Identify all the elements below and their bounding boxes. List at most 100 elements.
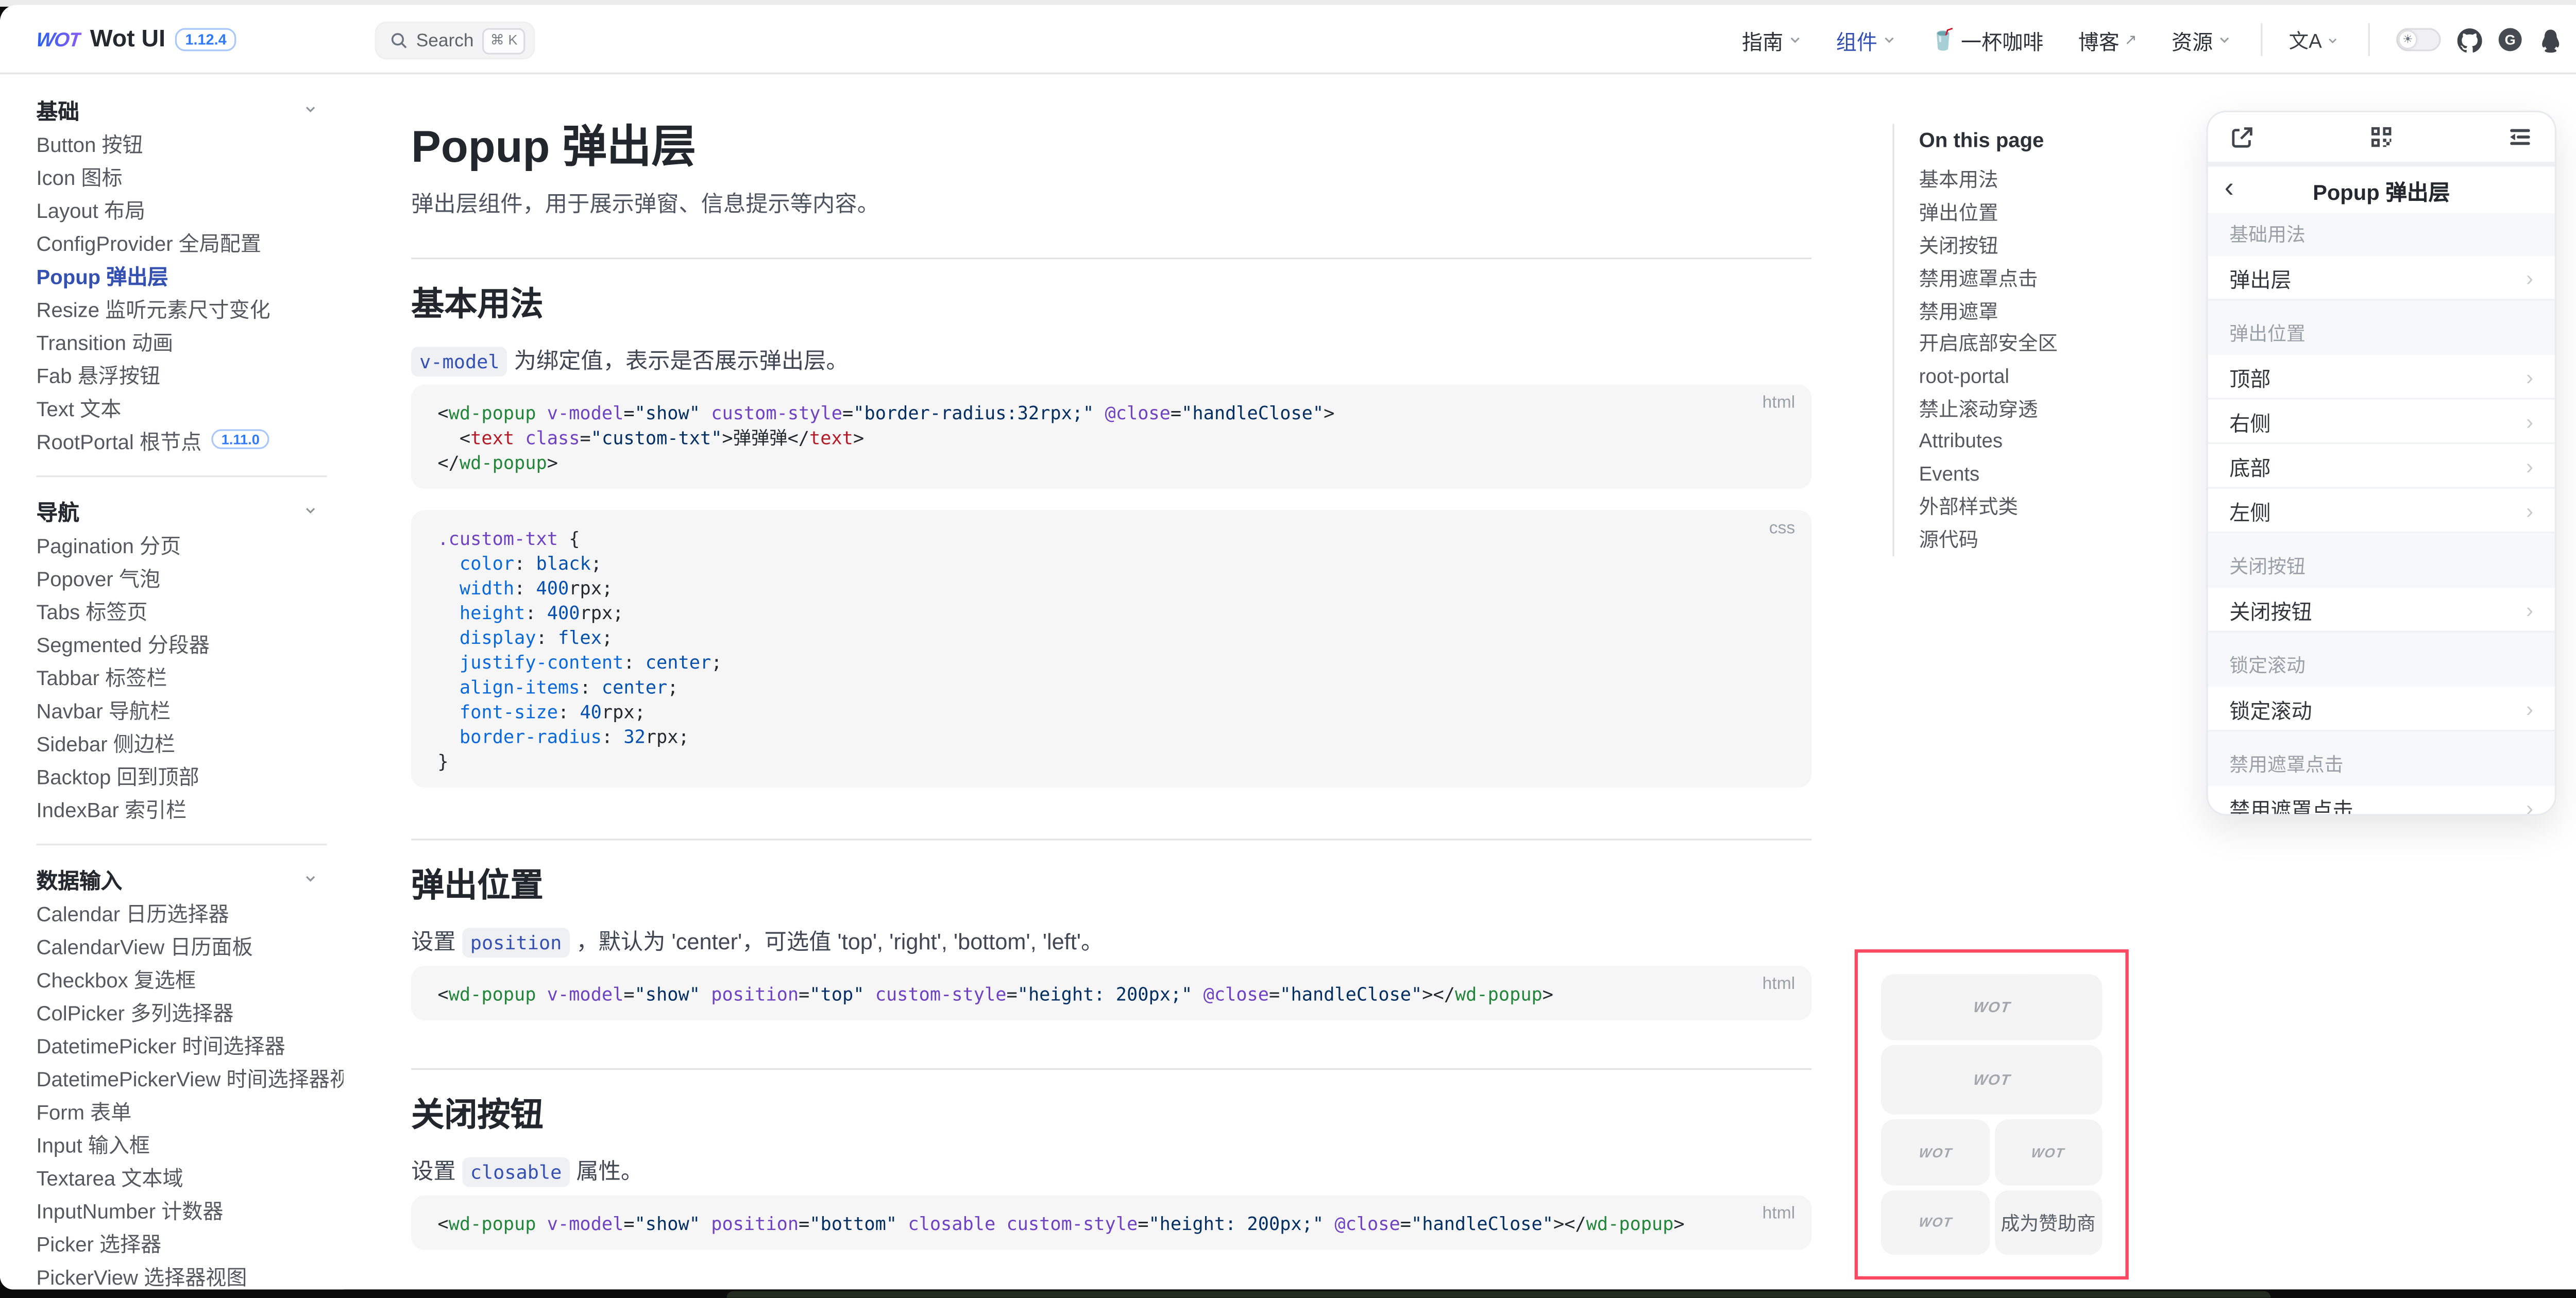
outline-link-root-portal[interactable]: root-portal [1919,360,2141,392]
outline-link-弹出位置[interactable]: 弹出位置 [1919,196,2141,229]
language-menu[interactable]: 文A [2289,26,2338,54]
wot-logo-placeholder: WOT [1972,999,2011,1015]
phone-cell-弹出层[interactable]: 弹出层› [2208,256,2555,301]
phone-cell-禁用遮罩点击[interactable]: 禁用遮罩点击› [2208,786,2555,816]
phone-section-label: 弹出位置 [2208,300,2555,355]
main-content: Popup 弹出层 弹出层组件，用于展示弹窗、信息提示等内容。 基本用法v-mo… [411,76,1811,1250]
sidebar-item-Checkbox 复选框[interactable]: Checkbox 复选框 [37,961,327,994]
sidebar-item-Navbar 导航栏[interactable]: Navbar 导航栏 [37,692,327,725]
sidebar-item-label: Form 表单 [37,1094,132,1125]
sponsor-logo-tile[interactable]: WOT [1881,1119,1989,1185]
section-paragraph: 设置 position ，默认为 'center'，可选值 'top', 'ri… [411,925,1811,961]
outline-link-禁止滚动穿透[interactable]: 禁止滚动穿透 [1919,392,2141,425]
site-logo[interactable]: WOT Wot UI 1.12.4 [37,5,236,75]
outline-link-Attributes[interactable]: Attributes [1919,425,2141,457]
phone-cell-底部[interactable]: 底部› [2208,444,2555,489]
sidebar-group-header[interactable]: 基础 [37,93,327,126]
outline-item: root-portal [1919,360,2141,392]
back-chevron-icon[interactable]: ‹ [2225,174,2234,201]
sidebar-item-Icon 图标[interactable]: Icon 图标 [37,159,327,192]
code-block-html[interactable]: html<wd-popup v-model="show" position="t… [411,966,1811,1020]
code-block-html[interactable]: html<wd-popup v-model="show" position="b… [411,1195,1811,1250]
outline-item: 基本用法 [1919,163,2141,196]
sidebar-item-Backtop 回到顶部[interactable]: Backtop 回到顶部 [37,758,327,791]
sponsor-logo-tile[interactable]: WOT [1881,1045,2103,1115]
sidebar-item-Pagination 分页[interactable]: Pagination 分页 [37,527,327,560]
sidebar-item-Transition 动画[interactable]: Transition 动画 [37,323,327,356]
sidebar-item-Layout 布局[interactable]: Layout 布局 [37,192,327,225]
sidebar-item-Picker 选择器[interactable]: Picker 选择器 [37,1225,327,1258]
code-block-css[interactable]: css.custom-txt { color: black; width: 40… [411,510,1811,788]
wot-logo-placeholder: WOT [1918,1145,1953,1160]
phone-cell-关闭按钮[interactable]: 关闭按钮› [2208,588,2555,633]
sidebar-item-Input 输入框[interactable]: Input 输入框 [37,1126,327,1159]
outline-link-禁用遮罩点击[interactable]: 禁用遮罩点击 [1919,262,2141,294]
outline-link-开启底部安全区[interactable]: 开启底部安全区 [1919,327,2141,360]
sidebar-item-Tabs 标签页[interactable]: Tabs 标签页 [37,593,327,626]
sidebar-item-InputNumber 计数器[interactable]: InputNumber 计数器 [37,1192,327,1225]
sidebar-item-RootPortal 根节点[interactable]: RootPortal 根节点1.11.0 [37,423,327,456]
nav-item-指南[interactable]: 指南 [1742,24,1801,55]
outline-link-基本用法[interactable]: 基本用法 [1919,163,2141,196]
sponsor-logo-tile[interactable]: WOT [1881,974,2103,1039]
code-lang-label: html [1762,1204,1795,1223]
code-content: .custom-txt { color: black; width: 400rp… [437,527,1788,775]
sidebar-item-DatetimePickerView 时间选择器视图[interactable]: DatetimePickerView 时间选择器视图 [37,1060,327,1093]
section-divider [411,839,1811,840]
search-button[interactable]: Search ⌘ K [375,22,536,60]
qq-link[interactable] [2538,27,2563,52]
outline-title: On this page [1919,124,2141,157]
sidebar-item-Sidebar 侧边栏[interactable]: Sidebar 侧边栏 [37,725,327,758]
sidebar-item-Fab 悬浮按钮[interactable]: Fab 悬浮按钮 [37,356,327,389]
phone-section-label: 基础用法 [2208,213,2555,255]
sidebar-item-label: Layout 布局 [37,192,146,224]
sponsor-row: WOT成为赞助商 [1881,1190,2103,1255]
sponsor-cta-tile[interactable]: 成为赞助商 [1994,1190,2103,1255]
sidebar-item-Resize 监听元素尺寸变化[interactable]: Resize 监听元素尺寸变化 [37,291,327,323]
sidebar-item-Popover 气泡[interactable]: Popover 气泡 [37,560,327,593]
outline-link-源代码[interactable]: 源代码 [1919,523,2141,555]
sidebar-item-IndexBar 索引栏[interactable]: IndexBar 索引栏 [37,791,327,824]
sidebar-group-header[interactable]: 导航 [37,493,327,526]
sidebar-item-Segmented 分段器[interactable]: Segmented 分段器 [37,626,327,659]
sidebar-item-label: Input 输入框 [37,1127,150,1158]
nav-item-组件[interactable]: 组件 [1836,24,1895,55]
chevron-right-icon: › [2526,408,2533,433]
sidebar-item-Calendar 日历选择器[interactable]: Calendar 日历选择器 [37,895,327,928]
sidebar-item-Tabbar 标签栏[interactable]: Tabbar 标签栏 [37,659,327,692]
sidebar-item-Button 按钮[interactable]: Button 按钮 [37,126,327,159]
external-link-icon[interactable] [2229,125,2254,149]
sidebar-item-label: Backtop 回到顶部 [37,759,199,790]
phone-cell-锁定滚动[interactable]: 锁定滚动› [2208,687,2555,731]
qr-code-icon[interactable] [2367,124,2394,150]
version-badge[interactable]: 1.12.4 [175,28,236,51]
sponsor-logo-tile[interactable]: WOT [1994,1119,2103,1185]
phone-cell-左侧[interactable]: 左侧› [2208,489,2555,534]
sidebar-item-Popup 弹出层[interactable]: Popup 弹出层 [37,258,327,291]
outline-link-Events[interactable]: Events [1919,457,2141,490]
phone-cell-右侧[interactable]: 右侧› [2208,400,2555,445]
sidebar-item-Textarea 文本域[interactable]: Textarea 文本域 [37,1159,327,1192]
sidebar-item-ConfigProvider 全局配置[interactable]: ConfigProvider 全局配置 [37,225,327,258]
phone-cell-顶部[interactable]: 顶部› [2208,355,2555,400]
outline-link-关闭按钮[interactable]: 关闭按钮 [1919,229,2141,261]
github-link[interactable] [2458,27,2482,52]
nav-item-博客[interactable]: 博客↗ [2078,24,2137,55]
nav-item-资源[interactable]: 资源 [2172,24,2231,55]
outline-link-外部样式类[interactable]: 外部样式类 [1919,490,2141,523]
sidebar-item-CalendarView 日历面板[interactable]: CalendarView 日历面板 [37,928,327,961]
theme-toggle[interactable]: ☀ [2396,28,2441,51]
sidebar-item-ColPicker 多列选择器[interactable]: ColPicker 多列选择器 [37,994,327,1027]
outline-link-禁用遮罩[interactable]: 禁用遮罩 [1919,294,2141,327]
sidebar-group-header[interactable]: 数据输入 [37,862,327,895]
sidebar-item-Text 文本[interactable]: Text 文本 [37,389,327,422]
gitee-link[interactable]: G [2499,28,2522,51]
translate-icon: 文A [2289,26,2322,54]
outline-list-icon[interactable] [2507,124,2533,150]
code-block-html[interactable]: html<wd-popup v-model="show" custom-styl… [411,385,1811,489]
sidebar-item-PickerView 选择器视图[interactable]: PickerView 选择器视图 [37,1258,327,1290]
nav-item-一杯咖啡[interactable]: 🥤一杯咖啡 [1930,24,2044,55]
sponsor-logo-tile[interactable]: WOT [1881,1190,1989,1255]
sidebar-item-Form 表单[interactable]: Form 表单 [37,1093,327,1126]
sidebar-item-DatetimePicker 时间选择器[interactable]: DatetimePicker 时间选择器 [37,1027,327,1060]
